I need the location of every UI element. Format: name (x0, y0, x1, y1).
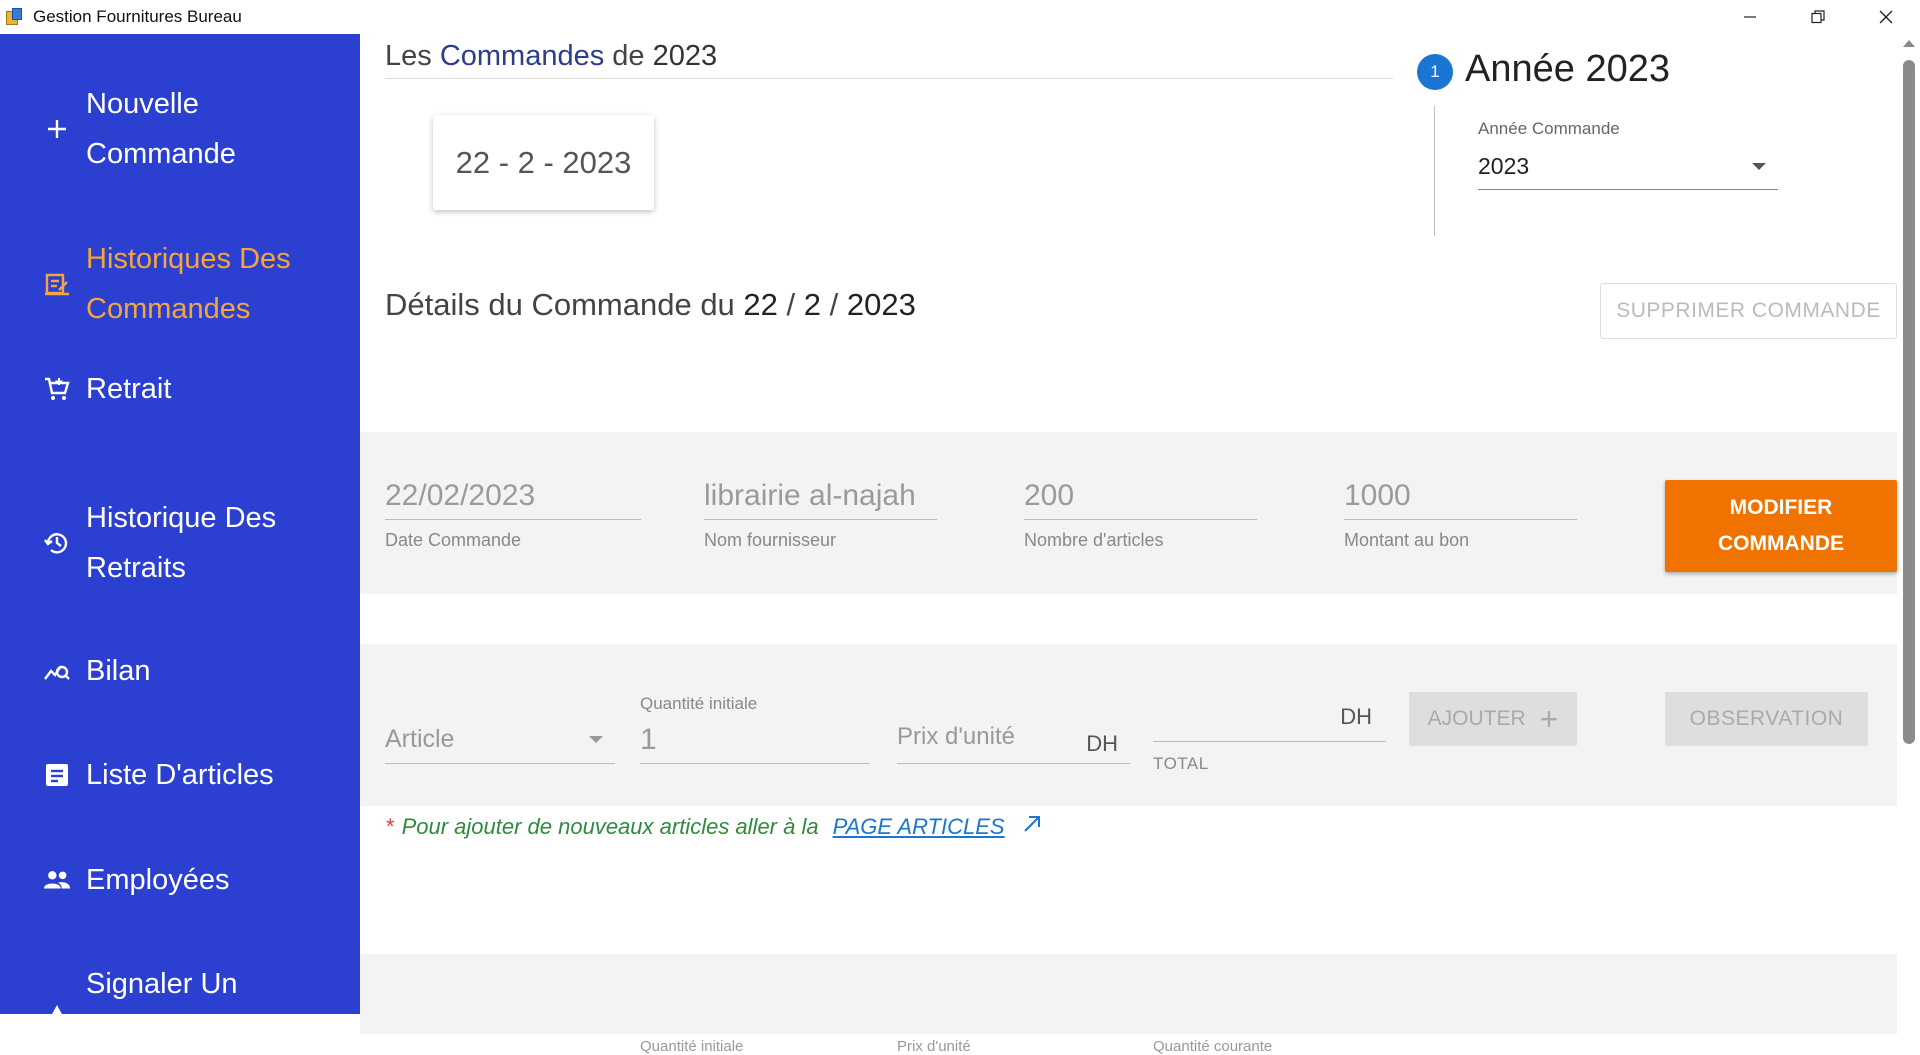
date-field-label: Date Commande (385, 530, 522, 550)
minimize-button[interactable] (1716, 0, 1784, 34)
article-select[interactable]: Article (385, 716, 615, 764)
sidebar-item-historique-retraits[interactable]: Historique Des Retraits (0, 493, 360, 593)
row-current-label: Quantité courante (1153, 1038, 1273, 1055)
close-icon (1879, 10, 1893, 24)
details-title: Détails du Commande du 22 / 2 / 2023 (385, 287, 916, 322)
total-field: DH (1153, 692, 1386, 742)
page-title: Les Commandes de 2023 (385, 40, 718, 72)
sidebar-item-historiques-commandes[interactable]: Historiques Des Commandes (0, 234, 360, 334)
app-icon (4, 7, 24, 27)
scrollbar[interactable] (1897, 34, 1920, 1014)
warning-icon (42, 1001, 72, 1014)
amount-field[interactable]: 1000 Montant au bon (1344, 472, 1577, 551)
sidebar-item-label: Liste D'articles (86, 759, 274, 791)
row-qty-label: Quantité initiale (640, 1038, 744, 1055)
modify-order-button[interactable]: MODIFIER COMMANDE (1665, 480, 1897, 572)
sidebar-item-label: Historique Des Retraits (86, 502, 277, 584)
quantity-label: Quantité initiale (640, 694, 758, 713)
main-content: Les Commandes de 2023 22 - 2 - 2023 1 An… (360, 34, 1920, 1055)
external-link-icon[interactable] (1021, 813, 1043, 841)
observation-button[interactable]: OBSERVATION (1665, 692, 1868, 746)
step-number-badge: 1 (1417, 54, 1453, 90)
date-field-value: 22/02/2023 (385, 472, 641, 520)
sidebar-item-liste-articles[interactable]: Liste D'articles (0, 750, 360, 800)
year-select-value: 2023 (1478, 153, 1530, 179)
supplier-field[interactable]: librairie al-najah Nom fournisseur (704, 472, 937, 551)
sidebar-item-label: Employées (86, 864, 230, 896)
supplier-field-value: librairie al-najah (704, 472, 937, 520)
history-list-icon (42, 269, 72, 299)
order-info-panel: 22/02/2023 Date Commande librairie al-na… (360, 432, 1897, 594)
sidebar-item-label: Bilan (86, 655, 151, 687)
supplier-field-label: Nom fournisseur (704, 530, 837, 550)
add-article-button[interactable]: AJOUTER + (1409, 692, 1577, 746)
sidebar-item-signaler[interactable]: Signaler Un (0, 959, 360, 1014)
sidebar-item-nouvelle-commande[interactable]: Nouvelle Commande (0, 79, 360, 179)
total-label: TOTAL (1153, 754, 1209, 773)
scroll-up-arrow-icon[interactable] (1903, 40, 1915, 47)
sidebar-item-employees[interactable]: Employées (0, 855, 360, 905)
plus-icon (42, 114, 72, 144)
minimize-icon (1744, 16, 1756, 18)
article-list-icon (42, 760, 72, 790)
restore-icon (1811, 10, 1825, 24)
year-select[interactable]: 2023 (1478, 144, 1778, 190)
article-row: Quantité initiale Prix d'unité Quantité … (360, 954, 1897, 1055)
people-icon (42, 865, 72, 895)
restore-button[interactable] (1784, 0, 1852, 34)
chevron-down-icon (1752, 163, 1766, 170)
sidebar-item-label: Historiques Des Commandes (86, 243, 291, 325)
sidebar-item-label: Signaler Un (86, 968, 238, 1000)
sidebar-item-retrait[interactable]: Retrait (0, 364, 360, 414)
sidebar-item-bilan[interactable]: Bilan (0, 646, 360, 696)
article-count-field[interactable]: 200 Nombre d'articles (1024, 472, 1257, 551)
title-divider (385, 78, 1393, 79)
plus-icon: + (1539, 700, 1559, 737)
amount-field-label: Montant au bon (1344, 530, 1470, 550)
sidebar-item-label: Nouvelle Commande (86, 88, 236, 170)
window-title: Gestion Fournitures Bureau (33, 7, 242, 26)
articles-note: * Pour ajouter de nouveaux articles alle… (385, 813, 1043, 841)
article-count-value: 200 (1024, 472, 1257, 520)
sidebar-item-label: Retrait (86, 373, 172, 405)
price-currency: DH (1086, 730, 1118, 756)
order-date-card[interactable]: 22 - 2 - 2023 (433, 115, 654, 210)
quantity-input[interactable]: 1 (640, 716, 870, 764)
sidebar: Nouvelle Commande Historiques Des Comman… (0, 34, 360, 1014)
year-select-label: Année Commande (1478, 119, 1620, 138)
history-icon (42, 528, 72, 558)
scroll-thumb[interactable] (1903, 60, 1915, 744)
chart-search-icon (42, 656, 72, 686)
article-select-placeholder: Article (385, 725, 455, 753)
article-count-label: Nombre d'articles (1024, 530, 1164, 550)
row-price-label: Prix d'unité (897, 1038, 971, 1055)
title-bar: Gestion Fournitures Bureau (0, 0, 1920, 34)
chevron-down-icon (589, 736, 603, 743)
unit-price-input[interactable]: Prix d'unité DH (897, 710, 1130, 764)
page-articles-link[interactable]: PAGE ARTICLES (833, 814, 1005, 840)
add-article-panel: Article Quantité initiale 1 Prix d'unité… (360, 644, 1897, 806)
year-step-title: Année 2023 (1465, 48, 1670, 90)
stepper-connector (1434, 106, 1435, 236)
cart-icon (42, 374, 72, 404)
delete-order-button[interactable]: SUPPRIMER COMMANDE (1600, 283, 1897, 339)
amount-field-value: 1000 (1344, 472, 1577, 520)
date-field[interactable]: 22/02/2023 Date Commande (385, 472, 641, 551)
close-button[interactable] (1852, 0, 1920, 34)
unit-price-placeholder: Prix d'unité (897, 722, 1015, 750)
